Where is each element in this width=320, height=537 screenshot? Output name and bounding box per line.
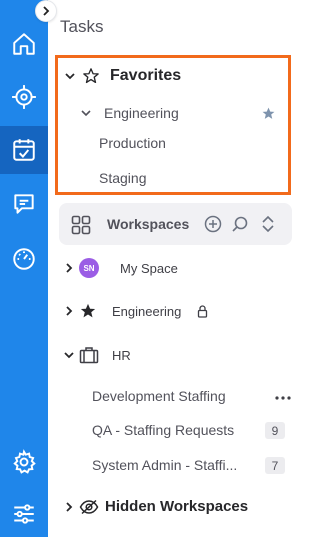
hidden-workspaces-label: Hidden Workspaces — [105, 498, 249, 515]
workspace-item-label: My Space — [120, 260, 178, 276]
chevron-down-icon — [65, 73, 75, 80]
briefcase-icon — [79, 347, 99, 364]
chevron-right-icon — [66, 263, 73, 273]
grid-icon — [71, 215, 91, 235]
collapse-toggle-button[interactable] — [35, 0, 57, 22]
favorites-header[interactable]: Favorites — [64, 67, 181, 85]
gear-icon — [13, 449, 36, 474]
home-icon — [13, 33, 35, 55]
favorite-item-label: Production — [99, 135, 166, 151]
crosshair-button[interactable] — [0, 73, 48, 121]
star-outline-icon — [83, 68, 99, 84]
home-button[interactable] — [0, 20, 48, 68]
workspace-item-hr[interactable]: HR — [63, 346, 131, 364]
tasks-button[interactable] — [0, 126, 48, 174]
sliders-icon — [14, 504, 34, 524]
dashboard-gauge-icon — [13, 248, 35, 270]
add-circle-icon[interactable] — [204, 215, 222, 233]
workspaces-header: Workspaces — [59, 203, 292, 245]
list-item-label: Development Staffing — [92, 388, 226, 404]
workspace-item-label: Engineering — [112, 303, 182, 319]
favorites-label: Favorites — [110, 67, 182, 84]
favorite-item-engineering[interactable]: Engineering — [80, 105, 179, 121]
favorite-item-staging[interactable]: Staging — [99, 170, 146, 186]
filters-button[interactable] — [0, 490, 48, 537]
workspace-item-my-space[interactable]: SN My Space — [63, 258, 178, 278]
count-badge: 7 — [265, 457, 285, 474]
chevron-right-icon — [43, 6, 50, 16]
dashboard-button[interactable] — [0, 235, 48, 283]
sort-chevrons-icon[interactable] — [260, 214, 276, 234]
lock-icon — [198, 304, 208, 318]
chat-icon — [14, 194, 34, 214]
list-item-label: QA - Staffing Requests — [92, 422, 235, 438]
list-item-system-admin-staffing[interactable]: System Admin - Staffi... — [92, 457, 237, 473]
workspaces-label: Workspaces — [107, 216, 190, 232]
workspace-item-label: HR — [112, 347, 131, 363]
favorite-item-label: Engineering — [104, 105, 179, 121]
chevron-right-icon — [66, 306, 73, 316]
chevron-down-icon — [81, 110, 91, 117]
chevron-right-icon — [66, 501, 73, 512]
search-icon[interactable] — [231, 215, 249, 233]
favorite-item-production[interactable]: Production — [99, 135, 166, 151]
chat-button[interactable] — [0, 180, 48, 228]
left-rail — [0, 0, 48, 537]
panel-title: Tasks — [60, 17, 104, 36]
more-horizontal-icon[interactable] — [274, 395, 292, 401]
star-filled-icon — [80, 303, 96, 318]
star-filled-icon[interactable] — [261, 106, 276, 121]
hidden-workspaces-header[interactable]: Hidden Workspaces — [63, 498, 248, 515]
tasks-calendar-icon — [13, 139, 35, 161]
eye-off-icon — [79, 499, 99, 514]
workspace-item-engineering[interactable]: Engineering — [63, 302, 208, 320]
favorite-item-label: Staging — [99, 170, 147, 186]
list-item-development-staffing[interactable]: Development Staffing — [92, 388, 226, 404]
avatar: SN — [79, 258, 99, 278]
crosshair-icon — [12, 85, 36, 109]
count-badge: 9 — [265, 422, 285, 439]
settings-button[interactable] — [0, 438, 48, 486]
list-item-qa-staffing-requests[interactable]: QA - Staffing Requests — [92, 422, 234, 438]
chevron-down-icon — [64, 352, 74, 359]
list-item-label: System Admin - Staffi... — [92, 457, 238, 473]
